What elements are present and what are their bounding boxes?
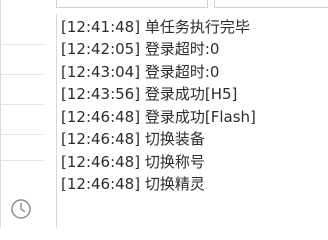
top-dropdown[interactable] (56, 0, 208, 8)
log-entry: [12:46:48] 登录成功[Flash] (61, 108, 256, 126)
log-entry: [12:41:48] 单任务执行完毕 (61, 18, 250, 36)
log-entry: [12:46:48] 切换精灵 (61, 175, 205, 193)
left-panel (0, 0, 44, 228)
left-panel-divider (0, 160, 44, 161)
left-panel-divider (0, 104, 44, 105)
left-panel-edge (0, 0, 1, 228)
log-entry: [12:43:56] 登录成功[H5] (61, 85, 238, 103)
log-entry: [12:46:48] 切换装备 (61, 130, 205, 148)
left-panel-divider (0, 134, 44, 135)
left-panel-divider (0, 44, 44, 45)
log-entry: [12:43:04] 登录超时:0 (61, 63, 220, 81)
left-panel-divider (0, 74, 44, 75)
log-panel: [12:41:48] 单任务执行完毕 [12:42:05] 登录超时:0 [12… (56, 14, 328, 228)
log-entry: [12:46:48] 切换称号 (61, 153, 205, 171)
log-entry: [12:42:05] 登录超时:0 (61, 40, 220, 58)
clock-icon[interactable] (10, 198, 32, 220)
top-input[interactable] (214, 0, 328, 8)
